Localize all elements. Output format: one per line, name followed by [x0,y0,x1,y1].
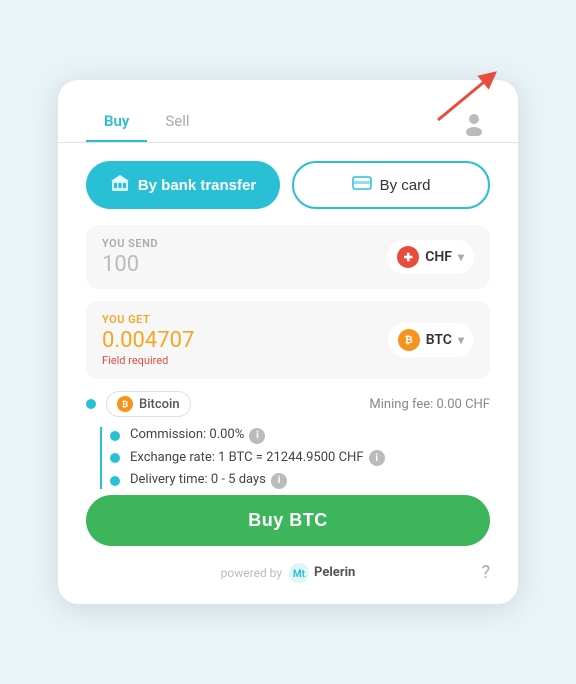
tab-bar: Buy Sell [86,104,208,142]
get-value: 0.004707 [102,328,194,353]
field-required-text: Field required [102,354,194,367]
header: Buy Sell [86,104,490,142]
help-icon[interactable]: ? [481,562,490,583]
bank-icon [110,173,130,197]
send-value: 100 [102,252,158,277]
dot-delivery [110,476,120,486]
exchange-rate-row: Exchange rate: 1 BTC = 21244.9500 CHF i [110,450,490,467]
dot-bitcoin [86,399,96,409]
send-field: YOU SEND 100 ✚ CHF ▾ [86,225,490,289]
card-icon [352,175,372,195]
btc-small-icon: ₿ [117,396,133,412]
exchange-info-icon[interactable]: i [369,450,385,466]
pelerin-name: Pelerin [314,565,355,580]
user-icon[interactable] [458,107,490,139]
tab-buy[interactable]: Buy [86,104,147,142]
commission-row: Commission: 0.00% i [110,427,490,444]
svg-text:Mt: Mt [293,569,306,580]
chf-label: CHF [425,249,452,265]
dot-commission [110,431,120,441]
exchange-rate-text: Exchange rate: 1 BTC = 21244.9500 CHF i [130,450,385,467]
tab-underline [58,142,518,143]
mining-fee-text: Mining fee: 0.00 CHF [369,397,490,412]
user-icon-wrap [458,107,490,139]
bitcoin-label: Bitcoin [139,397,180,412]
bank-transfer-button[interactable]: By bank transfer [86,161,280,209]
footer: powered by Mt Pelerin ? [86,562,490,584]
get-field-left: YOU GET 0.004707 Field required [102,313,194,367]
pelerin-logo-svg: Mt [288,562,310,584]
details-section: Commission: 0.00% i Exchange rate: 1 BTC… [86,427,490,489]
commission-text: Commission: 0.00% i [130,427,265,444]
btc-icon: ₿ [398,329,420,351]
commission-info-icon[interactable]: i [249,428,265,444]
main-card: Buy Sell [58,80,518,604]
payment-buttons: By bank transfer By card [86,161,490,209]
tab-sell[interactable]: Sell [147,104,207,142]
user-svg [461,110,487,136]
chf-currency-select[interactable]: ✚ CHF ▾ [387,240,474,274]
bitcoin-tag[interactable]: ₿ Bitcoin [106,391,191,417]
bitcoin-row: ₿ Bitcoin Mining fee: 0.00 CHF [86,391,490,417]
chf-dropdown-arrow: ▾ [458,250,464,264]
btc-dropdown-arrow: ▾ [458,333,464,347]
buy-btc-button[interactable]: Buy BTC [86,495,490,546]
chf-icon: ✚ [397,246,419,268]
by-card-label: By card [380,177,431,194]
delivery-info-icon[interactable]: i [271,473,287,489]
btc-label: BTC [426,332,452,348]
vertical-connector-line [100,427,102,489]
delivery-text: Delivery time: 0 - 5 days i [130,472,287,489]
by-card-button[interactable]: By card [292,161,490,209]
send-field-left: YOU SEND 100 [102,237,158,277]
powered-by-text: powered by [221,566,282,580]
get-field: YOU GET 0.004707 Field required ₿ BTC ▾ [86,301,490,379]
send-label: YOU SEND [102,237,158,250]
btc-currency-select[interactable]: ₿ BTC ▾ [388,323,474,357]
bank-transfer-label: By bank transfer [138,177,256,194]
pelerin-logo: Mt Pelerin [288,562,355,584]
dot-exchange [110,453,120,463]
get-label: YOU GET [102,313,194,326]
delivery-time-row: Delivery time: 0 - 5 days i [110,472,490,489]
